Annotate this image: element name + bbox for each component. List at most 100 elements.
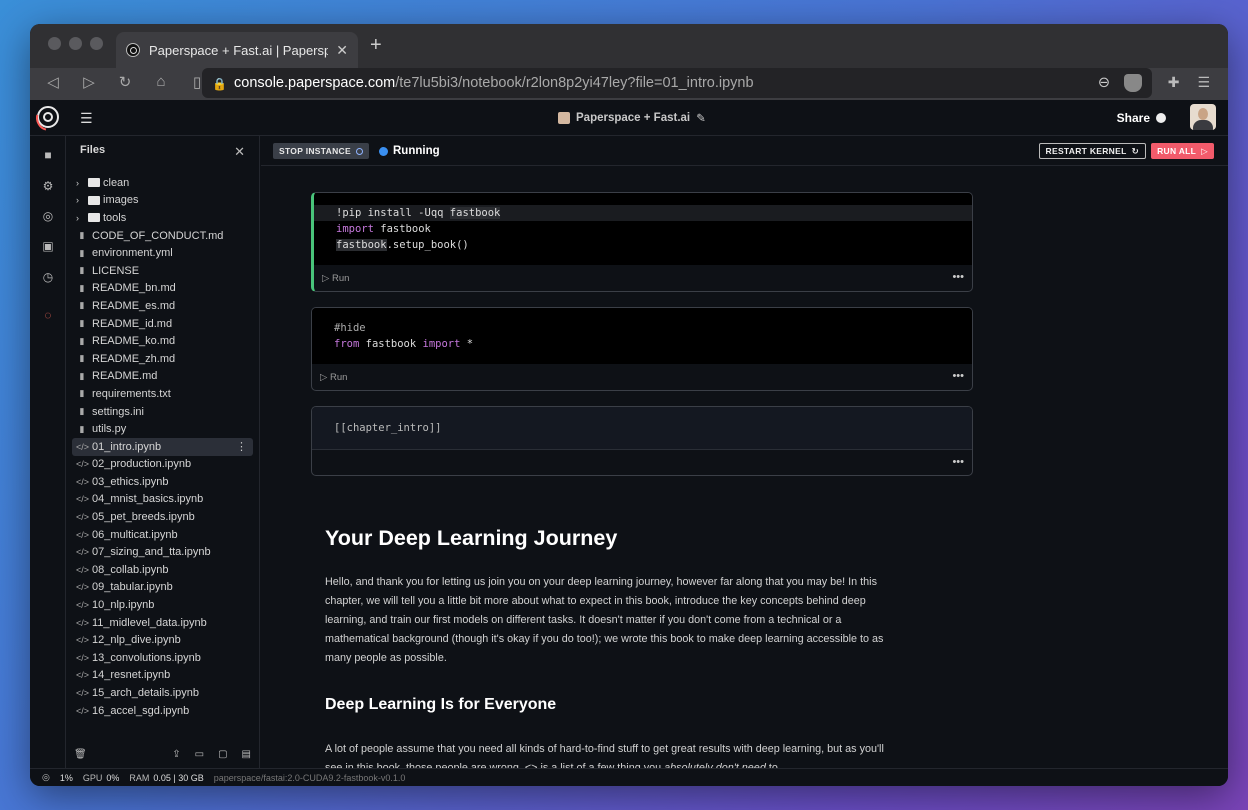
file-item[interactable]: </> 06_multicat.ipynb <box>72 526 253 544</box>
file-item[interactable]: ▮ LICENSE <box>72 262 253 280</box>
close-panel-icon[interactable]: ✕ <box>234 144 245 160</box>
chevron-right-icon[interactable]: › <box>76 178 86 188</box>
close-tab-icon[interactable]: ✕ <box>336 42 348 59</box>
zoom-window-button[interactable] <box>90 37 103 50</box>
activity-rail: ■ ⚙ ◎ ▣ ◷ ◌ ≣ <box>30 136 66 780</box>
cell-source[interactable]: [[chapter_intro]] <box>312 407 972 449</box>
notebook-icon: </> <box>76 512 90 523</box>
run-cell-button[interactable]: ▷ Run <box>322 273 349 284</box>
minimize-window-button[interactable] <box>69 37 82 50</box>
file-item[interactable]: </> 14_resnet.ipynb <box>72 667 253 685</box>
file-item[interactable]: ▮ README_id.md <box>72 315 253 333</box>
share-label: Share <box>1116 111 1150 125</box>
address-toolbar: ◁ ▷ ↻ ⌂ ▯ 🔒 console.paperspace.com/te7lu… <box>30 68 1228 100</box>
stop-instance-button[interactable]: STOP INSTANCE <box>273 143 369 159</box>
paperspace-logo-icon[interactable] <box>37 106 59 128</box>
ram-label: RAM <box>129 772 150 783</box>
file-item[interactable]: ▮ README_es.md <box>72 297 253 315</box>
home-icon[interactable]: ⌂ <box>152 73 170 91</box>
cell-footer: ▷ Run ••• <box>314 265 972 291</box>
cell-source[interactable]: #hide from fastbook import * <box>312 308 972 364</box>
file-item[interactable]: ▮ README_bn.md <box>72 280 253 298</box>
run-label: Run <box>329 372 348 383</box>
file-item[interactable]: </> 16_accel_sgd.ipynb <box>72 702 253 720</box>
cpu-icon: ◎ <box>42 772 50 782</box>
file-item[interactable]: ▮ CODE_OF_CONDUCT.md <box>72 227 253 245</box>
file-item[interactable]: ▮ utils.py <box>72 420 253 438</box>
close-window-button[interactable] <box>48 37 61 50</box>
markdown-cell[interactable]: [[chapter_intro]] ••• <box>311 406 973 476</box>
url-host: console.paperspace.com <box>234 75 396 91</box>
new-file-icon[interactable]: ▢ <box>218 749 227 760</box>
extensions-icon[interactable]: ✚ <box>1168 74 1180 91</box>
clock-icon[interactable]: ◷ <box>41 270 55 284</box>
hamburger-menu-icon[interactable]: ☰ <box>80 110 93 127</box>
terminal-icon[interactable]: ▣ <box>41 239 55 253</box>
trash-icon[interactable]: 🗑 <box>74 749 87 760</box>
file-item[interactable]: </> 05_pet_breeds.ipynb <box>72 508 253 526</box>
file-actions: 🗑 ⇪ ▭ ▢ ▤ <box>74 749 251 760</box>
file-item[interactable]: </> 15_arch_details.ipynb <box>72 684 253 702</box>
back-icon[interactable]: ◁ <box>44 73 62 91</box>
notebook-icon: </> <box>76 476 90 487</box>
run-cell-button[interactable]: ▷ Run <box>320 372 347 383</box>
new-tab-icon[interactable]: + <box>370 34 382 57</box>
folder-item[interactable]: › images <box>72 192 253 210</box>
chip-icon[interactable]: ⚙ <box>41 179 55 193</box>
file-item[interactable]: </> 13_convolutions.ipynb <box>72 649 253 667</box>
brave-shield-icon[interactable] <box>1124 74 1142 92</box>
file-item[interactable]: ▮ README_ko.md <box>72 332 253 350</box>
file-item[interactable]: ▮ settings.ini <box>72 403 253 421</box>
folder-item[interactable]: › clean <box>72 174 253 192</box>
file-name: 04_mnist_basics.ipynb <box>92 493 204 506</box>
notebook-title[interactable]: Paperspace + Fast.ai ✎ <box>558 111 706 125</box>
file-name: 07_sizing_and_tta.ipynb <box>92 546 211 559</box>
chevron-right-icon[interactable]: › <box>76 213 86 223</box>
zoom-icon[interactable]: ⊖ <box>1098 75 1110 91</box>
code-cell-1[interactable]: !pip install -Uqq fastbook import fastbo… <box>311 192 973 292</box>
menu-icon[interactable]: ☰ <box>1197 74 1210 91</box>
new-folder-icon[interactable]: ▤ <box>242 749 251 760</box>
more-options-icon[interactable]: ••• <box>952 456 964 468</box>
instance-status: Running <box>379 145 440 157</box>
folder-icon[interactable]: ■ <box>41 148 55 162</box>
file-item[interactable]: </> 07_sizing_and_tta.ipynb <box>72 543 253 561</box>
file-item[interactable]: </> 01_intro.ipynb ⋮ <box>72 437 253 456</box>
user-avatar[interactable] <box>1190 104 1216 130</box>
notebook-icon: </> <box>76 564 90 575</box>
edit-icon[interactable]: ✎ <box>696 111 706 125</box>
browser-tab[interactable]: Paperspace + Fast.ai | Paperspa ✕ <box>116 32 358 68</box>
share-button[interactable]: Share <box>1117 111 1166 125</box>
run-all-button[interactable]: RUN ALL ▷ <box>1151 143 1214 159</box>
file-item[interactable]: ▮ README_zh.md <box>72 350 253 368</box>
code-cell-2[interactable]: #hide from fastbook import * ▷ Run ••• <box>311 307 973 391</box>
file-item[interactable]: ▮ requirements.txt <box>72 385 253 403</box>
file-item[interactable]: </> 08_collab.ipynb <box>72 561 253 579</box>
restart-kernel-button[interactable]: RESTART KERNEL ↻ <box>1038 143 1146 159</box>
file-item[interactable]: </> 10_nlp.ipynb <box>72 596 253 614</box>
file-item[interactable]: </> 09_tabular.ipynb <box>72 579 253 597</box>
file-item[interactable]: </> 11_midlevel_data.ipynb <box>72 614 253 632</box>
file-item[interactable]: ▮ environment.yml <box>72 244 253 262</box>
file-item[interactable]: </> 04_mnist_basics.ipynb <box>72 491 253 509</box>
chevron-right-icon[interactable]: › <box>76 195 86 205</box>
forward-icon[interactable]: ▷ <box>80 73 98 91</box>
book-icon[interactable]: ▭ <box>195 749 204 760</box>
file-name: README.md <box>92 370 158 383</box>
cell-source[interactable]: !pip install -Uqq fastbook import fastbo… <box>314 193 972 265</box>
file-item[interactable]: </> 02_production.ipynb <box>72 456 253 474</box>
reload-icon[interactable]: ↻ <box>116 73 134 91</box>
more-options-icon[interactable]: ••• <box>952 370 964 382</box>
jupyter-icon[interactable]: ◌ <box>41 308 55 322</box>
folder-icon <box>88 178 100 188</box>
upload-icon[interactable]: ⇪ <box>172 749 180 760</box>
file-item[interactable]: </> 12_nlp_dive.ipynb <box>72 631 253 649</box>
search-files-icon[interactable]: ◎ <box>41 209 55 223</box>
folder-item[interactable]: › tools <box>72 209 253 227</box>
kebab-menu-icon[interactable]: ⋮ <box>236 440 247 453</box>
file-item[interactable]: </> 03_ethics.ipynb <box>72 473 253 491</box>
file-name: README_bn.md <box>92 282 176 295</box>
file-item[interactable]: ▮ README.md <box>72 368 253 386</box>
address-bar[interactable]: 🔒 console.paperspace.com/te7lu5bi3/noteb… <box>202 68 1152 98</box>
more-options-icon[interactable]: ••• <box>952 271 964 283</box>
